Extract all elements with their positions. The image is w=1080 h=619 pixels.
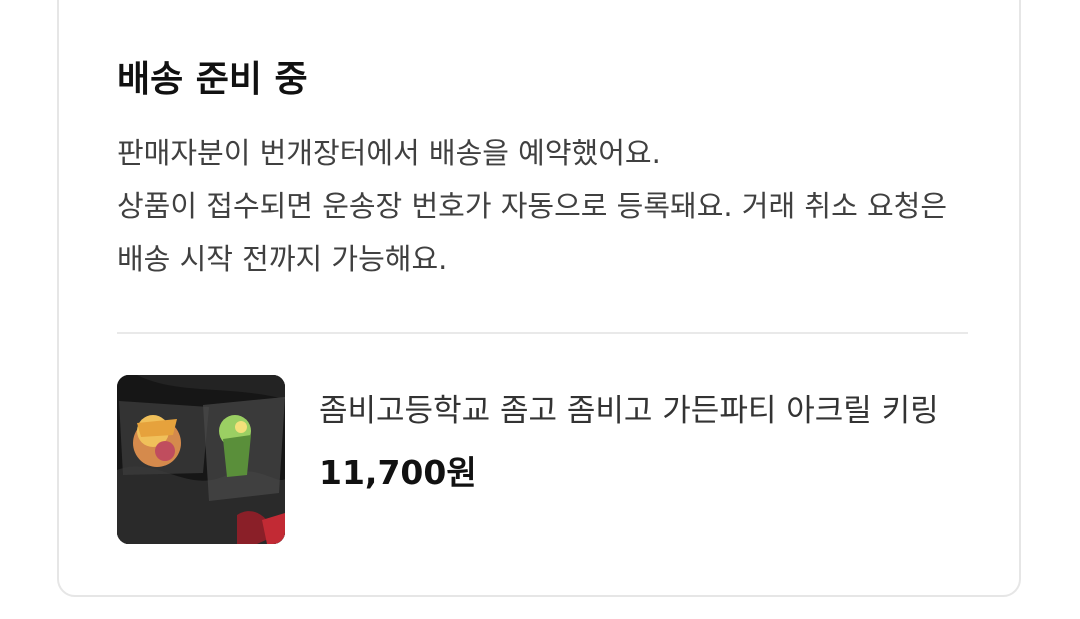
shipping-status-description: 판매자분이 번개장터에서 배송을 예약했어요. 상품이 접수되면 운송장 번호가… [117,127,967,286]
shipping-status-card: 배송 준비 중 판매자분이 번개장터에서 배송을 예약했어요. 상품이 접수되면… [57,0,1021,597]
shipping-status-title: 배송 준비 중 [117,59,308,100]
description-line-1: 판매자분이 번개장터에서 배송을 예약했어요. [117,136,661,170]
product-price: 11,700원 [319,453,477,492]
product-thumbnail[interactable] [117,375,285,544]
product-name[interactable]: 좀비고등학교 좀고 좀비고 가든파티 아크릴 키링 [319,390,967,432]
divider [117,332,968,334]
product-summary[interactable]: 좀비고등학교 좀고 좀비고 가든파티 아크릴 키링 11,700원 [117,375,968,545]
product-photo-icon [117,375,285,544]
description-line-2: 상품이 접수되면 운송장 번호가 자동으로 등록돼요. 거래 취소 요청은 배송… [117,189,948,276]
